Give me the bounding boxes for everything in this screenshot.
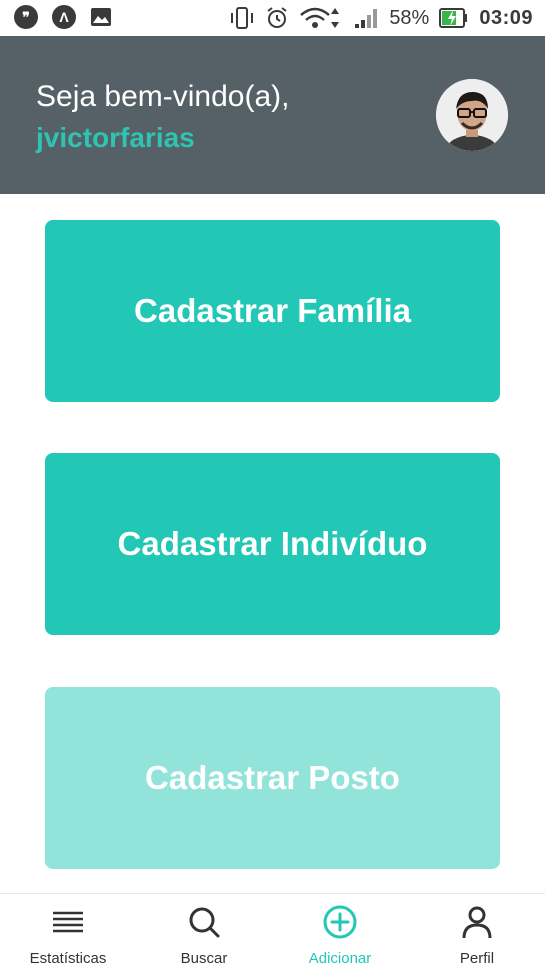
register-post-button[interactable]: Cadastrar Posto bbox=[45, 687, 500, 869]
plus-circle-icon bbox=[323, 905, 357, 939]
system-icons: 58% 03:09 bbox=[229, 4, 533, 32]
battery-charging-icon bbox=[439, 8, 468, 28]
alarm-icon bbox=[267, 7, 287, 28]
avatar-photo bbox=[436, 79, 508, 151]
register-family-button[interactable]: Cadastrar Família bbox=[45, 220, 500, 402]
username-text: jvictorfarias bbox=[36, 122, 195, 153]
greeting-text: Seja bem-vindo(a), bbox=[36, 80, 290, 113]
hangouts-icon: ❞ bbox=[14, 5, 38, 29]
nav-item-profile[interactable]: Perfil bbox=[409, 894, 545, 970]
nav-label: Estatísticas bbox=[29, 950, 107, 967]
nav-item-add[interactable]: Adicionar bbox=[272, 894, 408, 970]
menu-lines-icon bbox=[53, 911, 83, 933]
nav-label: Perfil bbox=[459, 950, 495, 967]
nav-item-search[interactable]: Buscar bbox=[136, 894, 272, 970]
vibrate-icon bbox=[231, 7, 254, 29]
notification-icons: ❞ Λ bbox=[14, 5, 112, 29]
arch-icon: Λ bbox=[52, 5, 76, 29]
wifi-icon bbox=[300, 7, 340, 28]
bottom-navigation: Estatísticas Buscar Adicionar Perfil bbox=[0, 893, 545, 970]
clock: 03:09 bbox=[479, 6, 533, 29]
status-bar: ❞ Λ 58% 03:09 bbox=[0, 0, 545, 36]
signal-icon bbox=[355, 9, 378, 28]
person-icon bbox=[462, 906, 492, 939]
register-individual-button[interactable]: Cadastrar Indivíduo bbox=[45, 453, 500, 635]
nav-item-statistics[interactable]: Estatísticas bbox=[0, 894, 136, 970]
image-icon bbox=[91, 8, 111, 26]
welcome-header: Seja bem-vindo(a), jvictorfarias bbox=[0, 36, 545, 194]
search-icon bbox=[189, 907, 220, 938]
nav-label: Buscar bbox=[180, 950, 228, 967]
battery-percent: 58% bbox=[389, 6, 430, 29]
nav-label: Adicionar bbox=[308, 950, 372, 967]
avatar[interactable] bbox=[436, 79, 508, 151]
